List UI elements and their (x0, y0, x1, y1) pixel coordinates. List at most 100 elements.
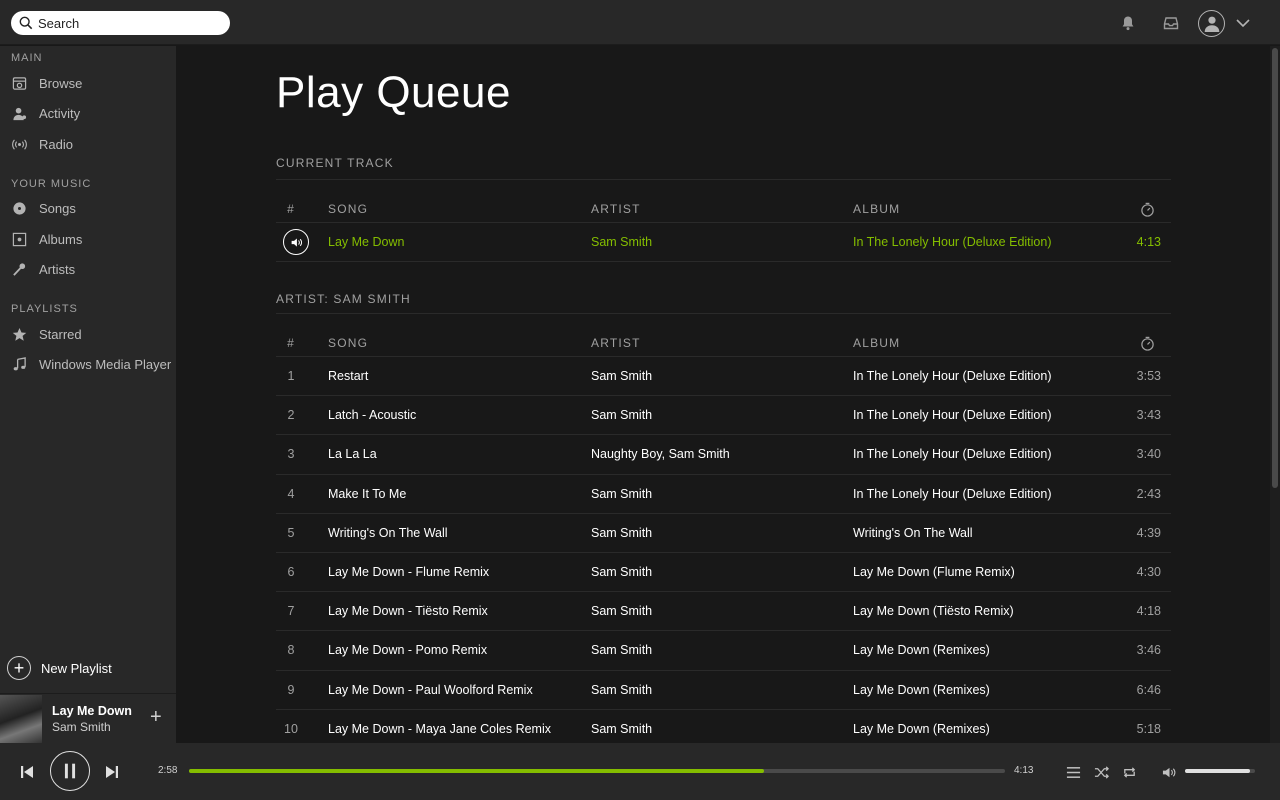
album-name[interactable]: In The Lonely Hour (Deluxe Edition) (853, 396, 1052, 434)
new-playlist-button[interactable]: + New Playlist (7, 656, 112, 680)
album-name[interactable]: Writing's On The Wall (853, 514, 973, 552)
track-duration: 4:39 (1136, 525, 1161, 540)
sidebar-item-windows-media-player[interactable]: Windows Media Player (0, 350, 176, 381)
song-title[interactable]: Lay Me Down - Flume Remix (328, 553, 489, 591)
song-title[interactable]: Lay Me Down - Tiësto Remix (328, 592, 488, 630)
artist-name[interactable]: Sam Smith (591, 592, 652, 630)
album-name[interactable]: Lay Me Down (Remixes) (853, 671, 990, 709)
search-input[interactable] (38, 15, 218, 31)
radio-icon (11, 136, 27, 152)
current-track-heading: CURRENT TRACK (276, 156, 394, 170)
track-duration: 3:53 (1136, 369, 1161, 384)
sidebar-item-activity[interactable]: Activity (0, 99, 176, 130)
song-title[interactable]: La La La (328, 435, 377, 473)
current-track-table: # SONG ARTIST ALBUM Lay Me Down Sam Smit… (276, 179, 1171, 262)
scrollbar-thumb[interactable] (1272, 48, 1278, 488)
track-duration: 3:43 (1136, 408, 1161, 423)
sidebar-item-browse[interactable]: Browse (0, 68, 176, 99)
album-name[interactable]: Lay Me Down (Remixes) (853, 710, 990, 743)
current-track-row[interactable]: Lay Me Down Sam Smith In The Lonely Hour… (276, 222, 1171, 261)
top-bar (0, 0, 1280, 45)
artist-name[interactable]: Naughty Boy, Sam Smith (591, 435, 730, 473)
sidebar-item-label: Browse (39, 75, 83, 91)
sidebar-item-radio[interactable]: Radio (0, 129, 176, 160)
album-name[interactable]: In The Lonely Hour (Deluxe Edition) (853, 435, 1052, 473)
table-row[interactable]: 6 Lay Me Down - Flume Remix Sam Smith Lay M… (276, 551, 1171, 591)
total-time: 4:13 (1014, 765, 1034, 776)
table-row[interactable]: 2 Latch - Acoustic Sam Smith In The Lonely … (276, 395, 1171, 434)
sidebar-item-albums[interactable]: Albums (0, 224, 176, 255)
pause-button[interactable] (50, 751, 90, 791)
artist-queue-heading: ARTIST: SAM SMITH (276, 292, 411, 306)
table-row[interactable]: 3 La La La Naughty Boy, Sam Smith In The Lo… (276, 434, 1171, 473)
speaker-icon[interactable] (283, 229, 309, 255)
album-name[interactable]: Lay Me Down (Flume Remix) (853, 553, 1015, 591)
table-row[interactable]: 8 Lay Me Down - Pomo Remix Sam Smith Lay Me… (276, 630, 1171, 669)
track-number: 1 (287, 369, 295, 384)
artist-name[interactable]: Sam Smith (591, 671, 652, 709)
song-title[interactable]: Lay Me Down - Maya Jane Coles Remix (328, 710, 551, 743)
sidebar-item-label: Activity (39, 106, 81, 122)
table-row[interactable]: 1 Restart Sam Smith In The Lonely Hour (Del… (276, 356, 1171, 395)
main-scrollbar[interactable] (1270, 46, 1280, 743)
shuffle-button[interactable] (1092, 763, 1110, 781)
song-title[interactable]: Latch - Acoustic (328, 396, 416, 434)
repeat-icon (1123, 766, 1135, 778)
artist-name[interactable]: Sam Smith (591, 553, 652, 591)
artist-name[interactable]: Sam Smith (591, 631, 652, 669)
inbox-button[interactable] (1156, 8, 1186, 38)
artist-name[interactable]: Sam Smith (591, 475, 652, 513)
sidebar-item-label: Songs (39, 201, 76, 217)
song-title[interactable]: Writing's On The Wall (328, 514, 448, 552)
current-song[interactable]: Lay Me Down (328, 223, 404, 261)
current-artist[interactable]: Sam Smith (591, 223, 652, 261)
next-button[interactable] (102, 762, 122, 782)
album-name[interactable]: Lay Me Down (Tiësto Remix) (853, 592, 1014, 630)
now-playing-mini: Lay Me Down Sam Smith + (0, 693, 176, 743)
add-to-library-button[interactable]: + (150, 706, 162, 729)
now-playing-title[interactable]: Lay Me Down (52, 704, 132, 718)
track-number: 6 (287, 565, 295, 580)
album-cover[interactable] (0, 695, 42, 743)
table-row[interactable]: 4 Make It To Me Sam Smith In The Lonely Hou… (276, 473, 1171, 513)
sidebar-item-starred[interactable]: Starred (0, 319, 176, 350)
artist-name[interactable]: Sam Smith (591, 396, 652, 434)
volume-button[interactable] (1160, 763, 1178, 781)
previous-button[interactable] (17, 762, 37, 782)
album-name[interactable]: In The Lonely Hour (Deluxe Edition) (853, 357, 1052, 395)
now-playing-artist[interactable]: Sam Smith (52, 720, 111, 734)
artist-name[interactable]: Sam Smith (591, 514, 652, 552)
user-menu-button[interactable] (1228, 8, 1258, 38)
artist-name[interactable]: Sam Smith (591, 710, 652, 743)
repeat-button[interactable] (1120, 763, 1138, 781)
song-title[interactable]: Lay Me Down - Paul Woolford Remix (328, 671, 533, 709)
notifications-button[interactable] (1113, 8, 1143, 38)
search-icon (19, 16, 33, 30)
current-album[interactable]: In The Lonely Hour (Deluxe Edition) (853, 223, 1052, 261)
volume-slider[interactable] (1185, 769, 1255, 773)
queue-button[interactable] (1064, 763, 1082, 781)
artist-name[interactable]: Sam Smith (591, 357, 652, 395)
user-avatar[interactable] (1198, 9, 1225, 37)
song-title[interactable]: Make It To Me (328, 475, 406, 513)
sidebar-item-label: Albums (39, 231, 83, 247)
song-title[interactable]: Restart (328, 357, 368, 395)
main-content: Play Queue CURRENT TRACK # SONG ARTIST A… (176, 46, 1280, 743)
table-row[interactable]: 5 Writing's On The Wall Sam Smith Writing's… (276, 512, 1171, 552)
song-title[interactable]: Lay Me Down - Pomo Remix (328, 631, 487, 669)
album-name[interactable]: Lay Me Down (Remixes) (853, 631, 990, 669)
search-box[interactable] (11, 11, 230, 35)
track-duration: 4:30 (1136, 565, 1161, 580)
track-number: 7 (287, 604, 295, 619)
table-row[interactable]: 10 Lay Me Down - Maya Jane Coles Remix Sam… (276, 708, 1171, 743)
sidebar-item-artists[interactable]: Artists (0, 255, 176, 286)
bell-icon (1122, 16, 1134, 31)
table-row[interactable]: 7 Lay Me Down - Tiësto Remix Sam Smith Lay … (276, 591, 1171, 630)
album-name[interactable]: In The Lonely Hour (Deluxe Edition) (853, 475, 1052, 513)
progress-bar[interactable] (189, 769, 1005, 773)
track-duration: 4:18 (1136, 604, 1161, 619)
table-row[interactable]: 9 Lay Me Down - Paul Woolford Remix Sam Sm… (276, 669, 1171, 709)
volume-icon (1162, 767, 1175, 777)
track-duration: 2:43 (1136, 486, 1161, 501)
sidebar-item-songs[interactable]: Songs (0, 194, 176, 225)
